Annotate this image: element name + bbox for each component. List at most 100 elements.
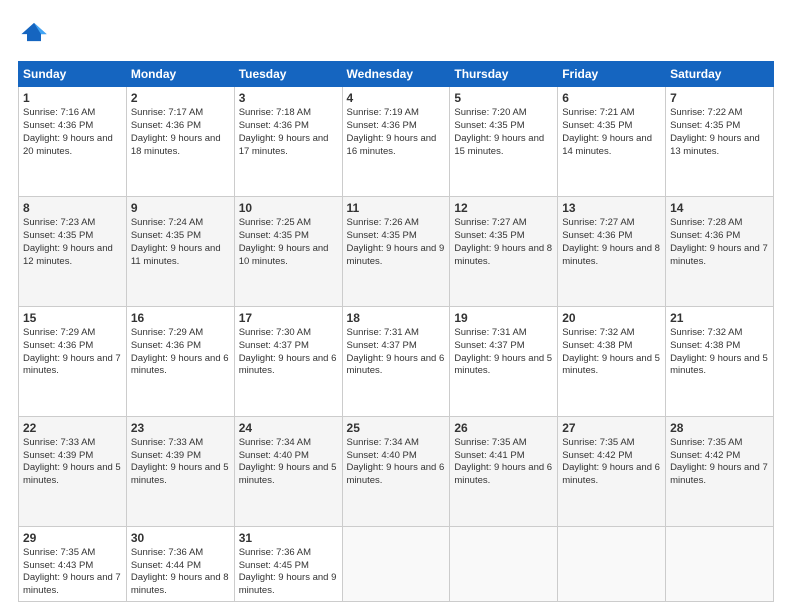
sunrise-text: Sunrise: 7:36 AM xyxy=(239,547,311,558)
daylight-text: Daylight: 9 hours and 7 minutes. xyxy=(23,353,121,377)
calendar-day-cell: 15Sunrise: 7:29 AMSunset: 4:36 PMDayligh… xyxy=(19,306,127,416)
day-number: 13 xyxy=(562,200,661,216)
calendar-week-row: 1Sunrise: 7:16 AMSunset: 4:36 PMDaylight… xyxy=(19,87,774,197)
sunrise-text: Sunrise: 7:27 AM xyxy=(562,217,634,228)
daylight-text: Daylight: 9 hours and 14 minutes. xyxy=(562,133,652,157)
daylight-text: Daylight: 9 hours and 6 minutes. xyxy=(347,462,445,486)
calendar-day-cell: 23Sunrise: 7:33 AMSunset: 4:39 PMDayligh… xyxy=(126,416,234,526)
day-number: 28 xyxy=(670,420,769,436)
sunrise-text: Sunrise: 7:32 AM xyxy=(670,327,742,338)
sunrise-text: Sunrise: 7:28 AM xyxy=(670,217,742,228)
daylight-text: Daylight: 9 hours and 11 minutes. xyxy=(131,243,221,267)
calendar-day-cell: 27Sunrise: 7:35 AMSunset: 4:42 PMDayligh… xyxy=(558,416,666,526)
day-number: 25 xyxy=(347,420,446,436)
calendar-week-row: 22Sunrise: 7:33 AMSunset: 4:39 PMDayligh… xyxy=(19,416,774,526)
daylight-text: Daylight: 9 hours and 12 minutes. xyxy=(23,243,113,267)
sunset-text: Sunset: 4:44 PM xyxy=(131,560,201,571)
sunset-text: Sunset: 4:36 PM xyxy=(347,120,417,131)
daylight-text: Daylight: 9 hours and 7 minutes. xyxy=(23,572,121,596)
logo xyxy=(18,18,48,51)
calendar-day-cell: 12Sunrise: 7:27 AMSunset: 4:35 PMDayligh… xyxy=(450,196,558,306)
day-number: 2 xyxy=(131,90,230,106)
calendar-week-row: 8Sunrise: 7:23 AMSunset: 4:35 PMDaylight… xyxy=(19,196,774,306)
sunrise-text: Sunrise: 7:33 AM xyxy=(23,437,95,448)
day-number: 10 xyxy=(239,200,338,216)
day-number: 7 xyxy=(670,90,769,106)
sunset-text: Sunset: 4:35 PM xyxy=(239,230,309,241)
daylight-text: Daylight: 9 hours and 5 minutes. xyxy=(131,462,229,486)
sunset-text: Sunset: 4:36 PM xyxy=(23,120,93,131)
calendar-header-row: SundayMondayTuesdayWednesdayThursdayFrid… xyxy=(19,62,774,87)
sunset-text: Sunset: 4:35 PM xyxy=(347,230,417,241)
calendar-day-cell: 4Sunrise: 7:19 AMSunset: 4:36 PMDaylight… xyxy=(342,87,450,197)
daylight-text: Daylight: 9 hours and 16 minutes. xyxy=(347,133,437,157)
daylight-text: Daylight: 9 hours and 7 minutes. xyxy=(670,462,768,486)
day-number: 14 xyxy=(670,200,769,216)
sunset-text: Sunset: 4:45 PM xyxy=(239,560,309,571)
sunrise-text: Sunrise: 7:31 AM xyxy=(347,327,419,338)
sunset-text: Sunset: 4:35 PM xyxy=(670,120,740,131)
day-number: 12 xyxy=(454,200,553,216)
sunrise-text: Sunrise: 7:35 AM xyxy=(23,547,95,558)
calendar-day-cell: 10Sunrise: 7:25 AM Sunset: 4:35 PM Dayligh… xyxy=(234,196,342,306)
sunrise-text: Sunrise: 7:25 AM xyxy=(239,217,311,228)
sunrise-text: Sunrise: 7:29 AM xyxy=(23,327,95,338)
daylight-text: Daylight: 9 hours and 9 minutes. xyxy=(347,243,445,267)
calendar-day-cell: 13Sunrise: 7:27 AMSunset: 4:36 PMDayligh… xyxy=(558,196,666,306)
calendar-day-cell: 9Sunrise: 7:24 AM Sunset: 4:35 PM Daylight… xyxy=(126,196,234,306)
daylight-text: Daylight: 9 hours and 10 minutes. xyxy=(239,243,329,267)
day-number: 8 xyxy=(23,200,122,216)
sunset-text: Sunset: 4:38 PM xyxy=(562,340,632,351)
header xyxy=(18,18,774,51)
day-number: 16 xyxy=(131,310,230,326)
daylight-text: Daylight: 9 hours and 18 minutes. xyxy=(131,133,221,157)
day-number: 18 xyxy=(347,310,446,326)
calendar-day-cell: 16Sunrise: 7:29 AMSunset: 4:36 PMDayligh… xyxy=(126,306,234,416)
day-number: 26 xyxy=(454,420,553,436)
calendar-week-row: 15Sunrise: 7:29 AMSunset: 4:36 PMDayligh… xyxy=(19,306,774,416)
sunset-text: Sunset: 4:43 PM xyxy=(23,560,93,571)
sunrise-text: Sunrise: 7:31 AM xyxy=(454,327,526,338)
sunset-text: Sunset: 4:36 PM xyxy=(131,120,201,131)
day-number: 15 xyxy=(23,310,122,326)
calendar-day-cell: 5Sunrise: 7:20 AMSunset: 4:35 PMDaylight… xyxy=(450,87,558,197)
daylight-text: Daylight: 9 hours and 5 minutes. xyxy=(562,353,660,377)
sunset-text: Sunset: 4:39 PM xyxy=(131,450,201,461)
sunset-text: Sunset: 4:38 PM xyxy=(670,340,740,351)
day-of-week-header: Tuesday xyxy=(234,62,342,87)
daylight-text: Daylight: 9 hours and 5 minutes. xyxy=(454,353,552,377)
calendar-week-row: 29Sunrise: 7:35 AMSunset: 4:43 PMDayligh… xyxy=(19,526,774,601)
calendar-day-cell: 21Sunrise: 7:32 AMSunset: 4:38 PMDayligh… xyxy=(666,306,774,416)
daylight-text: Daylight: 9 hours and 8 minutes. xyxy=(131,572,229,596)
sunrise-text: Sunrise: 7:33 AM xyxy=(131,437,203,448)
sunrise-text: Sunrise: 7:19 AM xyxy=(347,107,419,118)
day-of-week-header: Thursday xyxy=(450,62,558,87)
day-of-week-header: Saturday xyxy=(666,62,774,87)
calendar-day-cell: 8Sunrise: 7:23 AMSunset: 4:35 PMDaylight… xyxy=(19,196,127,306)
daylight-text: Daylight: 9 hours and 17 minutes. xyxy=(239,133,329,157)
sunrise-text: Sunrise: 7:29 AM xyxy=(131,327,203,338)
logo-icon xyxy=(20,18,48,46)
sunrise-text: Sunrise: 7:27 AM xyxy=(454,217,526,228)
calendar-day-cell: 20Sunrise: 7:32 AMSunset: 4:38 PMDayligh… xyxy=(558,306,666,416)
sunset-text: Sunset: 4:36 PM xyxy=(239,120,309,131)
sunset-text: Sunset: 4:40 PM xyxy=(239,450,309,461)
sunrise-text: Sunrise: 7:16 AM xyxy=(23,107,95,118)
calendar-day-cell: 1Sunrise: 7:16 AMSunset: 4:36 PMDaylight… xyxy=(19,87,127,197)
day-of-week-header: Wednesday xyxy=(342,62,450,87)
sunrise-text: Sunrise: 7:24 AM xyxy=(131,217,203,228)
calendar-day-cell: 17Sunrise: 7:30 AMSunset: 4:37 PMDayligh… xyxy=(234,306,342,416)
sunset-text: Sunset: 4:40 PM xyxy=(347,450,417,461)
calendar-day-cell xyxy=(450,526,558,601)
daylight-text: Daylight: 9 hours and 7 minutes. xyxy=(670,243,768,267)
calendar-table: SundayMondayTuesdayWednesdayThursdayFrid… xyxy=(18,61,774,602)
calendar-day-cell: 7Sunrise: 7:22 AMSunset: 4:35 PMDaylight… xyxy=(666,87,774,197)
sunset-text: Sunset: 4:35 PM xyxy=(131,230,201,241)
sunrise-text: Sunrise: 7:34 AM xyxy=(239,437,311,448)
day-number: 22 xyxy=(23,420,122,436)
daylight-text: Daylight: 9 hours and 13 minutes. xyxy=(670,133,760,157)
sunrise-text: Sunrise: 7:34 AM xyxy=(347,437,419,448)
day-number: 9 xyxy=(131,200,230,216)
daylight-text: Daylight: 9 hours and 20 minutes. xyxy=(23,133,113,157)
sunset-text: Sunset: 4:39 PM xyxy=(23,450,93,461)
